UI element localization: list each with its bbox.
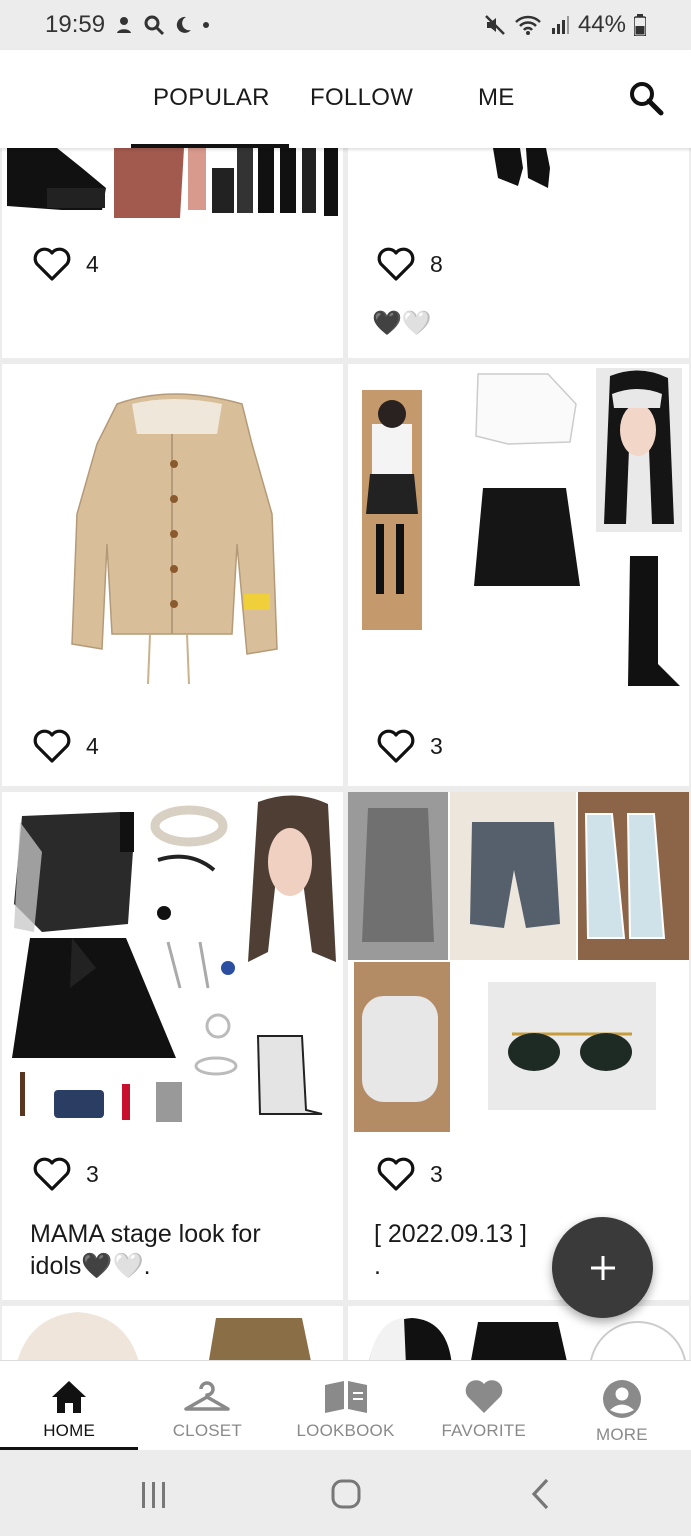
caption-line: . [374, 1252, 381, 1280]
post-image [362, 368, 682, 686]
nav-label: HOME [43, 1421, 95, 1440]
post-card[interactable]: 3 [ 2022.09.13 ] . [348, 792, 689, 1300]
account-icon [602, 1380, 641, 1418]
top-tab-bar: POPULAR FOLLOW ME [0, 50, 691, 148]
feed-grid: 4 8 🖤🤍 4 3 3 MAMA stage look for idols🖤🤍… [0, 148, 691, 1360]
like-row: 3 [376, 1156, 443, 1192]
post-card[interactable] [348, 1306, 689, 1360]
mute-icon [485, 15, 505, 35]
tab-popular[interactable]: POPULAR [153, 84, 270, 112]
status-bar: 19:59 44% [0, 0, 691, 50]
search-notification-icon [144, 15, 165, 36]
heart-outline-icon[interactable] [32, 1156, 72, 1192]
post-caption: 🖤🤍 [372, 310, 432, 337]
like-count: 8 [430, 250, 443, 277]
heart-outline-icon[interactable] [32, 246, 72, 282]
tab-follow[interactable]: FOLLOW [310, 84, 413, 112]
nav-label: MORE [596, 1425, 648, 1444]
like-row: 8 [376, 246, 443, 282]
recents-icon[interactable] [139, 1480, 169, 1510]
system-navigation-bar [0, 1450, 691, 1536]
post-card[interactable]: 8 🖤🤍 [348, 148, 689, 358]
post-image [12, 795, 336, 1122]
caption-line: MAMA stage look for [30, 1220, 261, 1248]
like-count: 4 [86, 732, 99, 759]
post-image [17, 1312, 311, 1360]
active-tab-indicator [131, 144, 289, 148]
post-card[interactable]: 4 [2, 148, 343, 358]
like-row: 3 [32, 1156, 99, 1192]
heart-outline-icon[interactable] [376, 728, 416, 764]
post-caption: [ 2022.09.13 ] . [374, 1218, 527, 1282]
caption-line: idols🖤🤍. [30, 1252, 151, 1280]
search-icon[interactable] [626, 78, 666, 118]
post-card[interactable]: 3 MAMA stage look for idols🖤🤍. [2, 792, 343, 1300]
nav-home[interactable]: HOME [0, 1361, 138, 1450]
like-row: 3 [376, 728, 443, 764]
nav-label: CLOSET [172, 1421, 242, 1440]
plus-icon [590, 1255, 615, 1280]
like-count: 3 [430, 1160, 443, 1187]
post-image [71, 393, 278, 684]
heart-outline-icon[interactable] [376, 1156, 416, 1192]
notification-icon [117, 17, 132, 33]
wifi-icon [515, 15, 541, 35]
nav-label: FAVORITE [441, 1421, 526, 1440]
post-card[interactable] [2, 1306, 343, 1360]
like-count: 3 [430, 732, 443, 759]
hanger-icon [184, 1381, 231, 1411]
post-card[interactable]: 3 [348, 364, 689, 786]
like-row: 4 [32, 728, 99, 764]
dnd-moon-icon [176, 16, 192, 33]
home-icon [52, 1381, 87, 1413]
like-count: 3 [86, 1160, 99, 1187]
add-post-button[interactable] [552, 1217, 653, 1318]
bottom-navigation: HOME CLOSET LOOKBOOK FAVORITE MORE [0, 1360, 691, 1450]
nav-closet[interactable]: CLOSET [138, 1361, 276, 1450]
dot-icon [203, 22, 210, 28]
home-button-icon[interactable] [330, 1478, 362, 1510]
book-icon [324, 1381, 367, 1413]
battery-percent: 44% [577, 11, 626, 38]
like-row: 4 [32, 246, 99, 282]
post-image [369, 1318, 686, 1360]
post-image [348, 792, 689, 1132]
like-count: 4 [86, 250, 99, 277]
battery-icon [634, 14, 646, 36]
caption-line: [ 2022.09.13 ] [374, 1220, 527, 1248]
nav-lookbook[interactable]: LOOKBOOK [276, 1361, 414, 1450]
nav-more[interactable]: MORE [553, 1361, 691, 1450]
post-image [493, 148, 550, 188]
heart-outline-icon[interactable] [376, 246, 416, 282]
status-time: 19:59 [45, 11, 106, 38]
signal-icon [551, 16, 569, 34]
back-icon[interactable] [528, 1477, 552, 1511]
post-image [7, 148, 338, 218]
heart-outline-icon[interactable] [32, 728, 72, 764]
post-card[interactable]: 4 [2, 364, 343, 786]
nav-label: LOOKBOOK [296, 1421, 395, 1440]
nav-favorite[interactable]: FAVORITE [415, 1361, 553, 1450]
post-caption: MAMA stage look for idols🖤🤍. [30, 1218, 261, 1282]
heart-icon [465, 1380, 503, 1413]
tab-me[interactable]: ME [478, 84, 515, 112]
